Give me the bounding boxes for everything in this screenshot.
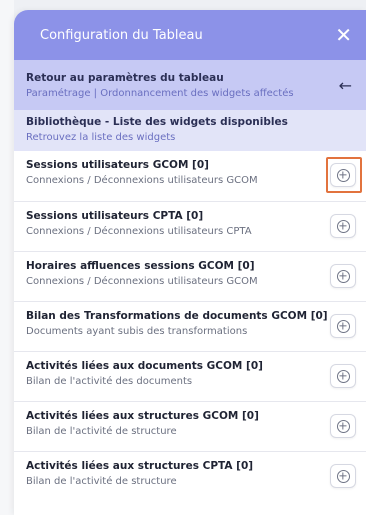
widget-subtitle: Connexions / Déconnexions utilisateurs C… xyxy=(26,226,252,237)
widget-title: Bilan des Transformations de documents G… xyxy=(26,310,328,322)
configuration-panel: Configuration du Tableau ✕ Retour au par… xyxy=(14,10,366,515)
panel-title: Configuration du Tableau xyxy=(40,27,203,43)
widget-title: Sessions utilisateurs GCOM [0] xyxy=(26,159,209,171)
widget-title: Activités liées aux structures GCOM [0] xyxy=(26,410,259,422)
widget-subtitle: Bilan de l'activité de structure xyxy=(26,476,177,487)
background-left xyxy=(0,0,14,515)
add-widget-button[interactable] xyxy=(330,464,356,488)
plus-circle-icon xyxy=(336,319,350,333)
widget-subtitle: Bilan de l'activité des documents xyxy=(26,376,193,387)
back-title: Retour au paramètres du tableau xyxy=(26,71,224,84)
plus-circle-icon xyxy=(336,269,350,283)
widget-item: Horaires affluences sessions GCOM [0] Co… xyxy=(14,251,366,301)
back-to-settings-row[interactable]: Retour au paramètres du tableau Paramétr… xyxy=(14,60,366,110)
add-widget-button[interactable] xyxy=(330,214,356,238)
close-icon[interactable]: ✕ xyxy=(335,25,352,45)
widget-item: Activités liées aux documents GCOM [0] B… xyxy=(14,351,366,401)
widget-item: Activités liées aux structures GCOM [0] … xyxy=(14,401,366,451)
widget-list: Sessions utilisateurs GCOM [0] Connexion… xyxy=(14,151,366,501)
widget-title: Activités liées aux documents GCOM [0] xyxy=(26,360,263,372)
add-widget-button[interactable] xyxy=(330,314,356,338)
back-text: Retour au paramètres du tableau Paramétr… xyxy=(26,72,294,99)
plus-circle-icon xyxy=(336,219,350,233)
add-widget-button[interactable] xyxy=(330,264,356,288)
plus-circle-icon xyxy=(336,469,350,483)
library-header: Bibliothèque - Liste des widgets disponi… xyxy=(14,110,366,151)
widget-subtitle: Documents ayant subis des transformation… xyxy=(26,326,248,337)
widget-title: Activités liées aux structures CPTA [0] xyxy=(26,460,254,472)
panel-header: Configuration du Tableau ✕ xyxy=(14,10,366,60)
library-title: Bibliothèque - Liste des widgets disponi… xyxy=(26,116,288,128)
library-subtitle: Retrouvez la liste des widgets xyxy=(26,132,176,143)
widget-title: Sessions utilisateurs CPTA [0] xyxy=(26,210,204,222)
plus-circle-icon xyxy=(336,369,350,383)
widget-subtitle: Connexions / Déconnexions utilisateurs G… xyxy=(26,276,258,287)
widget-item: Bilan des Transformations de documents G… xyxy=(14,301,366,351)
widget-subtitle: Bilan de l'activité de structure xyxy=(26,426,177,437)
plus-circle-icon xyxy=(336,168,350,182)
widget-item: Sessions utilisateurs CPTA [0] Connexion… xyxy=(14,201,366,251)
back-subtitle: Paramétrage | Ordonnancement des widgets… xyxy=(26,87,294,99)
plus-circle-icon xyxy=(336,419,350,433)
add-widget-button[interactable] xyxy=(330,414,356,438)
widget-title: Horaires affluences sessions GCOM [0] xyxy=(26,260,255,272)
widget-subtitle: Connexions / Déconnexions utilisateurs G… xyxy=(26,175,258,186)
widget-item: Activités liées aux structures CPTA [0] … xyxy=(14,451,366,501)
arrow-left-icon[interactable]: ← xyxy=(339,76,352,95)
widget-item: Sessions utilisateurs GCOM [0] Connexion… xyxy=(14,151,366,201)
add-widget-button[interactable] xyxy=(330,364,356,388)
add-widget-button[interactable] xyxy=(330,163,356,187)
